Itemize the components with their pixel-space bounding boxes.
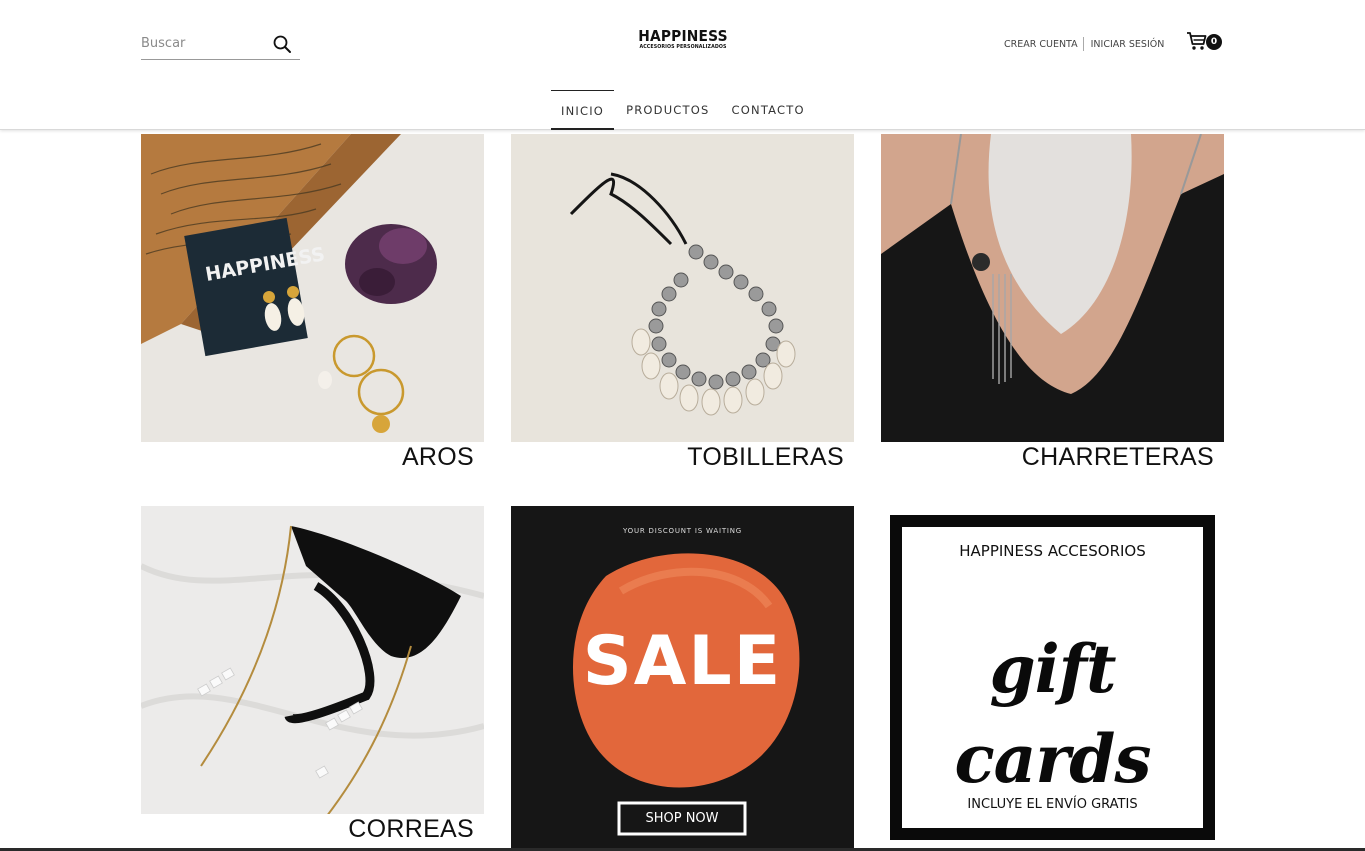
create-account-link[interactable]: CREAR CUENTA <box>1004 39 1078 50</box>
strap-photo <box>881 134 1224 477</box>
nav-item-contacto[interactable]: CONTACTO <box>722 90 815 130</box>
category-tile-charreteras[interactable]: CHARRETERAS <box>881 134 1224 477</box>
tile-label: TOBILLERAS <box>687 443 844 471</box>
cart-button[interactable]: 0 <box>1186 31 1224 53</box>
gift-card-script: gift cards <box>954 630 1151 798</box>
logo-tagline: ACCESORIOS PERSONALIZADOS <box>639 44 727 50</box>
gift-card-footer: INCLUYE EL ENVÍO GRATIS <box>967 797 1138 812</box>
gift-card-heading: HAPPINESS ACCESORIOS <box>959 542 1146 560</box>
cart-icon <box>1187 32 1207 50</box>
category-tile-correas[interactable]: CORREAS <box>141 506 484 849</box>
anklet-photo <box>511 134 854 477</box>
logo-name: HAPPINESS <box>638 27 728 45</box>
site-logo[interactable]: HAPPINESS ACCESORIOS PERSONALIZADOS <box>622 28 744 52</box>
gift-card-tile[interactable]: HAPPINESS ACCESORIOS gift cards INCLUYE … <box>881 506 1224 849</box>
search-bar <box>141 28 300 60</box>
earrings-photo: HAPPINESS <box>141 134 484 477</box>
shop-now-button[interactable]: SHOP NOW <box>622 810 742 828</box>
sunglasses-strap-photo <box>141 506 484 849</box>
tile-label: CORREAS <box>348 815 474 843</box>
account-divider <box>1082 37 1084 51</box>
search-input[interactable] <box>141 29 266 58</box>
cart-count-badge: 0 <box>1206 34 1222 50</box>
login-link[interactable]: INICIAR SESIÓN <box>1091 39 1165 50</box>
search-icon[interactable] <box>272 34 292 54</box>
site-header: HAPPINESS ACCESORIOS PERSONALIZADOS CREA… <box>0 0 1365 130</box>
category-tile-aros[interactable]: HAPPINESS AROS <box>141 134 484 477</box>
tile-label: CHARRETERAS <box>1021 443 1214 471</box>
sale-banner-tile[interactable]: YOUR DISCOUNT IS WAITING SALE SHOP NOW <box>511 506 854 849</box>
sale-kicker: YOUR DISCOUNT IS WAITING <box>622 527 743 535</box>
tile-label: AROS <box>401 443 474 471</box>
nav-item-productos[interactable]: PRODUCTOS <box>616 90 719 130</box>
account-links: CREAR CUENTA INICIAR SESIÓN <box>1004 37 1164 51</box>
category-tile-tobilleras[interactable]: TOBILLERAS <box>511 134 854 477</box>
sale-headline: SALE <box>582 622 783 701</box>
nav-item-inicio[interactable]: INICIO <box>551 90 615 130</box>
main-nav: INICIO PRODUCTOS CONTACTO <box>551 90 817 130</box>
